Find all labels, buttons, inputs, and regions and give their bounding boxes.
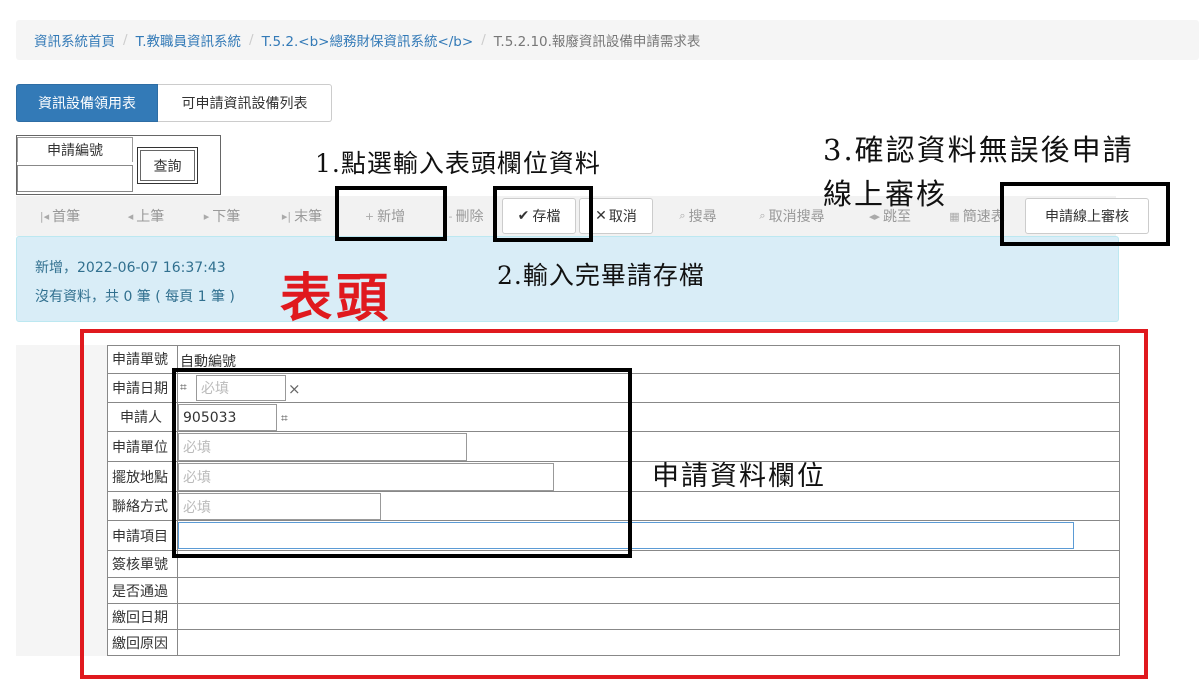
annotation-box-save	[493, 186, 593, 242]
annotation-step2: 2.輸入完畢請存檔	[497, 261, 705, 290]
breadcrumb-home[interactable]: 資訊系統首頁	[34, 30, 115, 50]
cancel-label: 取消	[608, 209, 637, 225]
status-record-count: 沒有資料，共 0 筆 ( 每頁 1 筆 )	[35, 289, 235, 305]
first-record-button[interactable]: |◂ 首筆	[30, 196, 90, 236]
prev-label: 上筆	[136, 209, 165, 225]
search-label: 搜尋	[688, 209, 717, 225]
next-record-button[interactable]: ▸ 下筆	[192, 196, 252, 236]
last-label: 末筆	[294, 209, 323, 225]
annotation-box-submit	[1000, 182, 1170, 246]
query-button[interactable]: 查詢	[137, 147, 198, 184]
first-label: 首筆	[52, 209, 81, 225]
delete-button[interactable]: - 刪除	[440, 196, 492, 236]
annotation-step3-line1: 3.確認資料無誤後申請	[823, 133, 1134, 167]
breadcrumb: 資訊系統首頁 / T.教職員資訊系統 / T.5.2.<b>總務財保資訊系統</…	[16, 20, 1199, 60]
search-cancel-icon: ⌕	[759, 209, 766, 222]
tab-equipment-form[interactable]: 資訊設備領用表	[16, 84, 158, 122]
next-icon: ▸	[203, 209, 210, 223]
status-mode-text: 新增，2022-06-07 16:37:43	[35, 260, 226, 276]
breadcrumb-staff-system[interactable]: T.教職員資訊系統	[136, 30, 241, 50]
annotation-header-label: 表頭	[280, 268, 393, 329]
search-icon: ⌕	[679, 209, 686, 222]
last-icon: ▸|	[281, 209, 292, 223]
prev-record-button[interactable]: ◂ 上筆	[116, 196, 176, 236]
minus-icon: -	[448, 209, 453, 223]
tab-equipment-list[interactable]: 可申請資訊設備列表	[158, 84, 332, 122]
application-number-input[interactable]	[17, 165, 133, 192]
next-label: 下筆	[212, 209, 241, 225]
annotation-box-form	[80, 329, 1148, 679]
breadcrumb-separator: /	[249, 32, 254, 48]
delete-label: 刪除	[455, 209, 484, 225]
breadcrumb-current: T.5.2.10.報廢資訊設備申請需求表	[493, 34, 701, 50]
prev-icon: ◂	[127, 209, 134, 223]
query-label: 申請編號	[17, 137, 133, 162]
breadcrumb-property-system[interactable]: T.5.2.<b>總務財保資訊系統</b>	[262, 30, 474, 50]
cancel-search-label: 取消搜尋	[768, 209, 825, 225]
annotation-step1: 1.點選輸入表頭欄位資料	[315, 149, 601, 178]
annotation-box-add	[335, 186, 447, 241]
last-record-button[interactable]: ▸| 末筆	[272, 196, 332, 236]
breadcrumb-separator: /	[123, 32, 128, 48]
first-icon: |◂	[39, 209, 50, 223]
search-button[interactable]: ⌕ 搜尋	[668, 196, 728, 236]
close-icon: ✕	[595, 208, 607, 224]
breadcrumb-separator: /	[481, 32, 486, 48]
